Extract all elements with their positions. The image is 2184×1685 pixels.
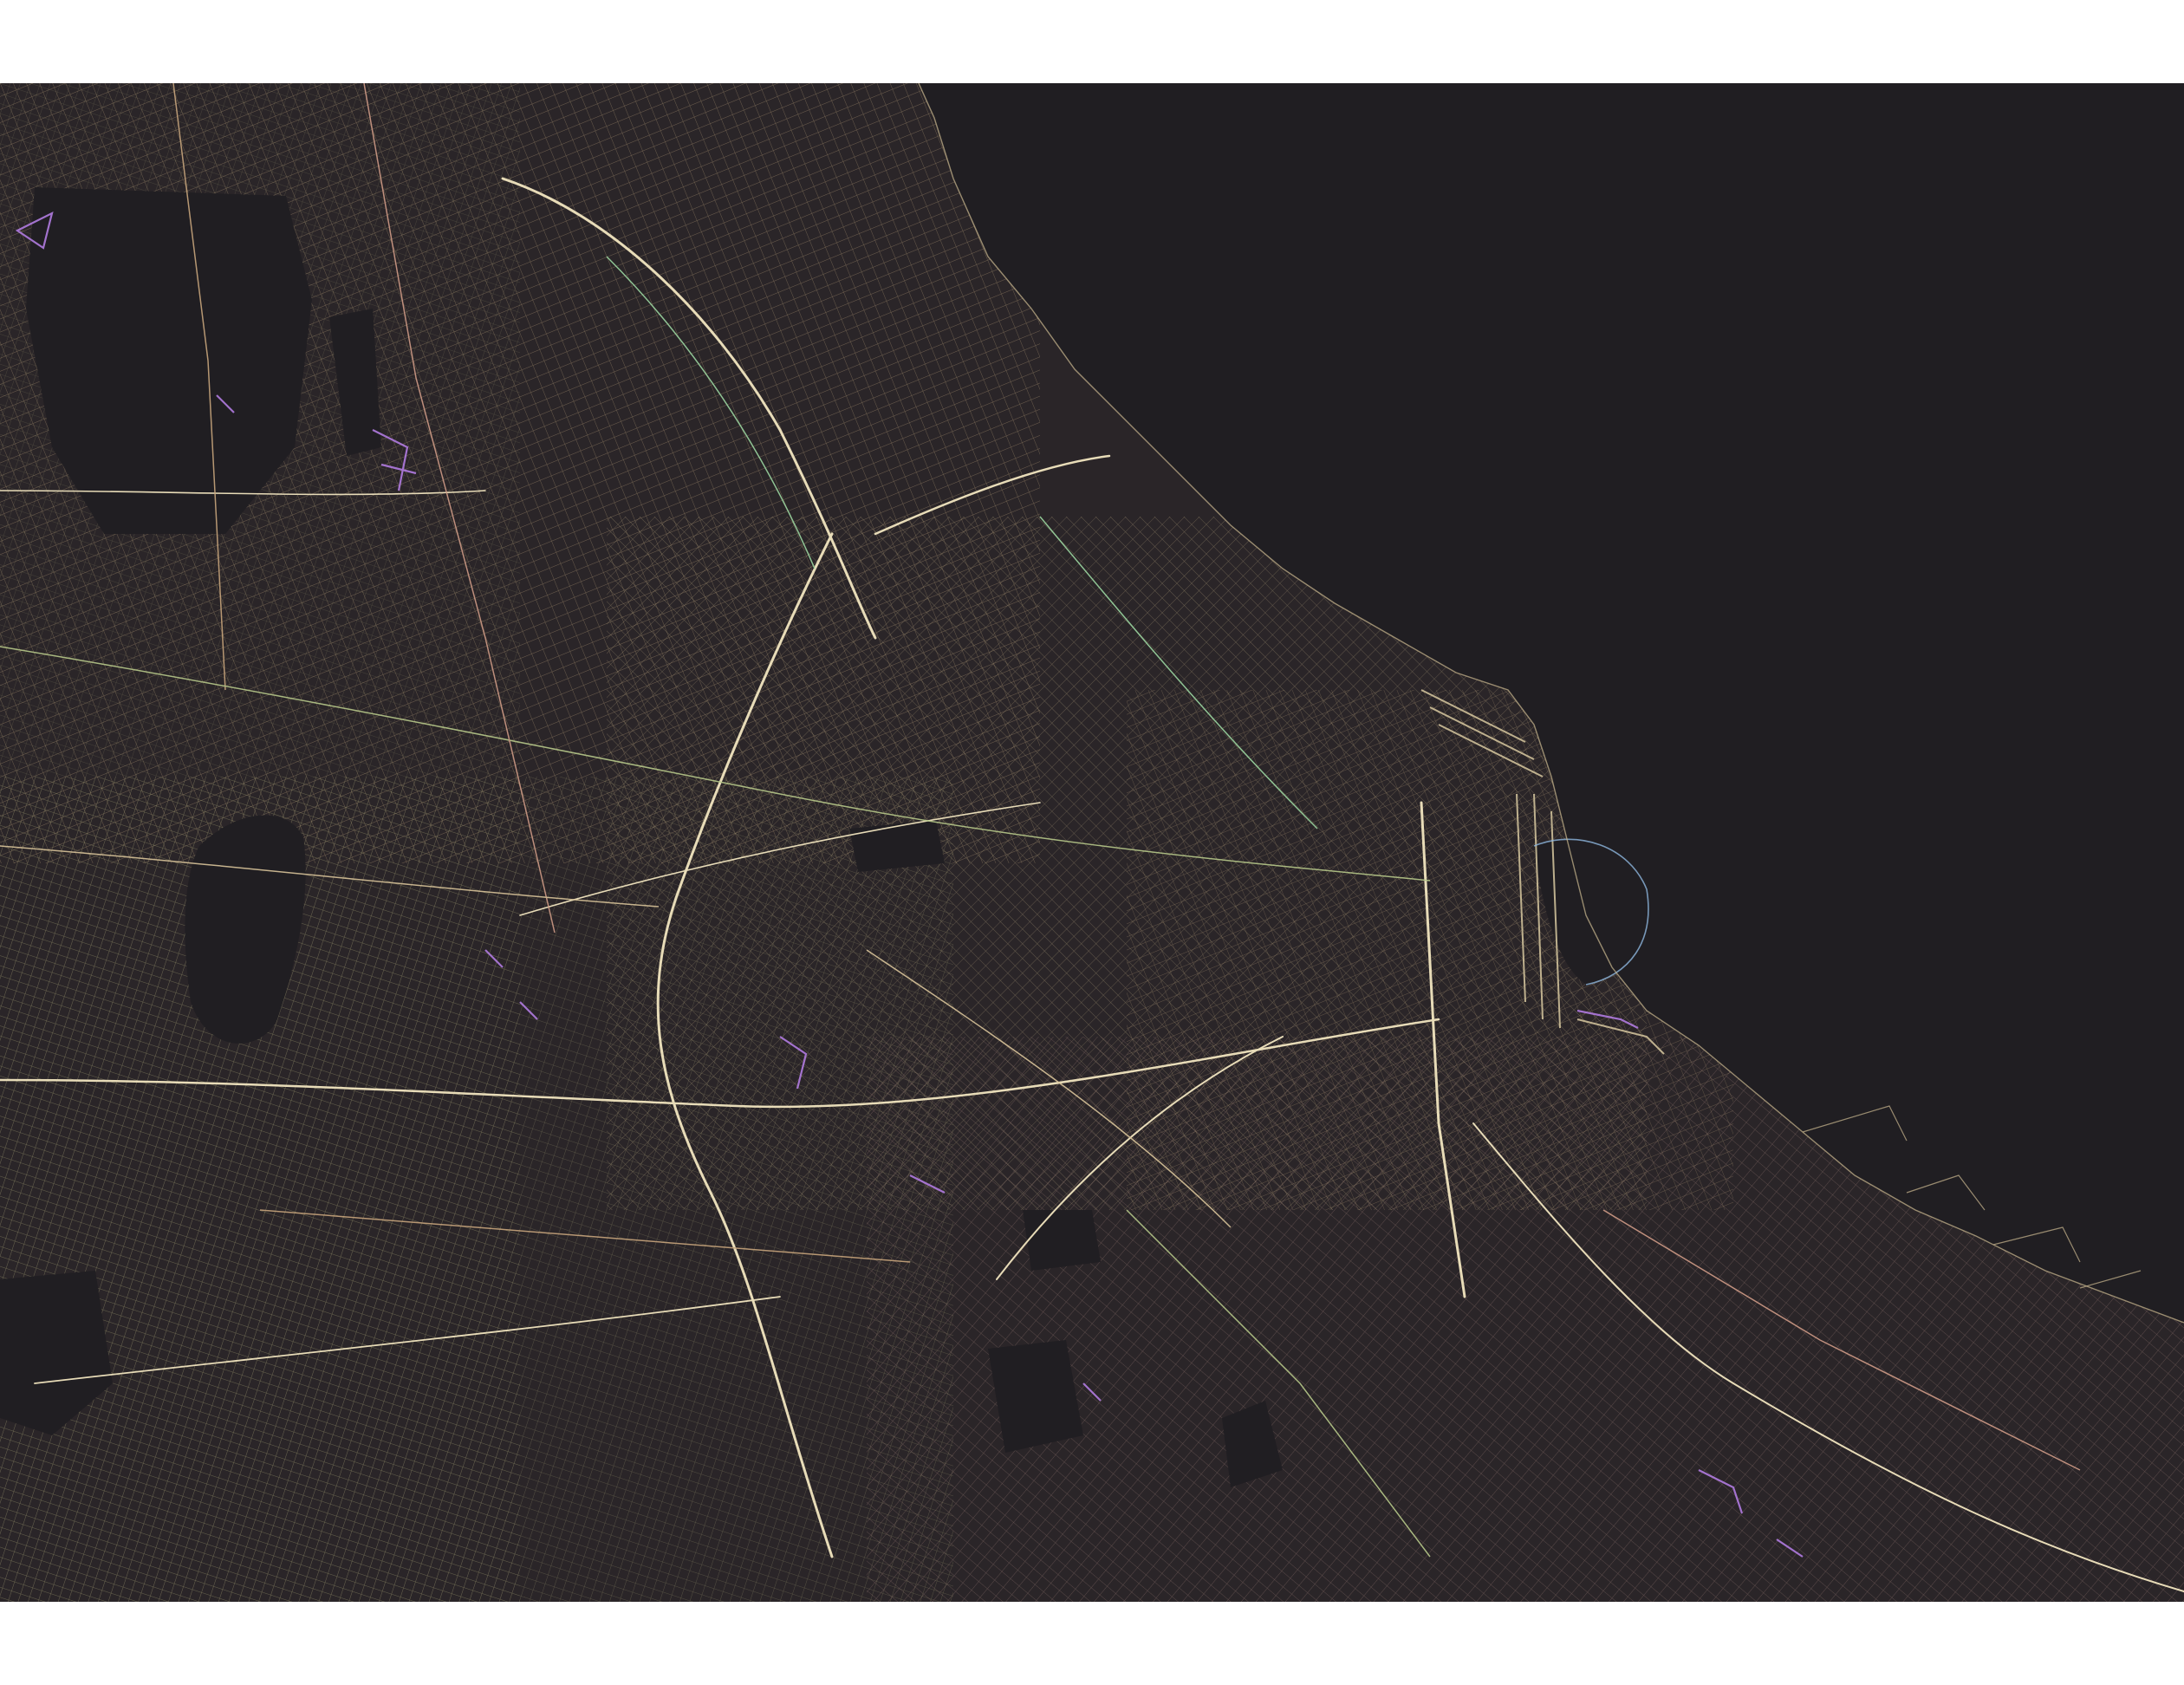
park-center [849,820,945,872]
map-poster [0,83,2184,1602]
street-map [0,83,2184,1602]
park-south-lots [1023,1210,1101,1271]
